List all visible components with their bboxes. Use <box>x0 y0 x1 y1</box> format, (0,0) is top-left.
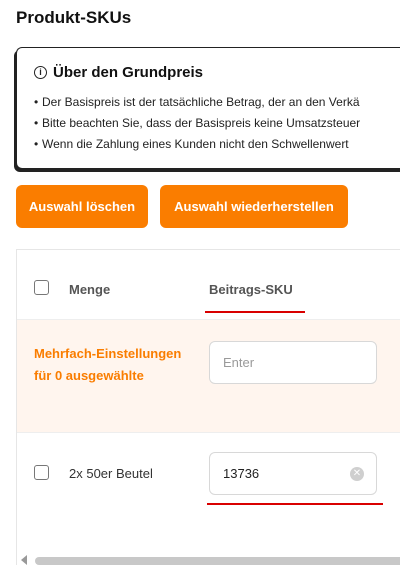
table-row: 2x 50er Beutel 13736 ✕ <box>17 433 400 553</box>
info-line: • Bitte beachten Sie, dass der Basispreis… <box>34 116 361 130</box>
clear-selection-button[interactable]: Auswahl löschen <box>16 185 148 228</box>
horizontal-scrollbar[interactable] <box>17 555 400 565</box>
scroll-left-icon[interactable] <box>21 555 27 565</box>
row-quantity: 2x 50er Beutel <box>69 466 153 481</box>
clear-icon[interactable]: ✕ <box>350 467 364 481</box>
row-checkbox[interactable] <box>34 465 49 480</box>
active-column-indicator <box>205 311 305 313</box>
column-header-quantity[interactable]: Menge <box>69 282 110 297</box>
input-focus-underline <box>207 503 383 505</box>
page-title: Produkt-SKUs <box>16 8 132 27</box>
row-sku-input[interactable]: 13736 ✕ <box>209 452 377 495</box>
bulk-settings-label: Mehrfach-Einstellungen für 0 ausgewählte <box>34 346 182 383</box>
info-icon: i <box>34 66 47 79</box>
info-title: Über den Grundpreis <box>53 64 204 81</box>
info-header: i Über den Grundpreis <box>34 64 203 81</box>
info-list: • Der Basispreis ist der tatsächliche Bet… <box>34 92 400 155</box>
bulk-sku-input[interactable]: Enter <box>209 341 377 384</box>
table-header: Menge Beitrags-SKU <box>17 250 400 320</box>
info-line: • Der Basispreis ist der tatsächliche Bet… <box>34 95 360 109</box>
sku-table: Menge Beitrags-SKU Mehrfach-Einstellunge… <box>16 249 400 565</box>
column-header-sku[interactable]: Beitrags-SKU <box>209 282 293 297</box>
info-panel: i Über den Grundpreis • Der Basispreis is… <box>16 47 400 169</box>
row-sku-value: 13736 <box>223 466 260 481</box>
bulk-settings-row: Mehrfach-Einstellungen für 0 ausgewählte… <box>17 320 400 433</box>
scrollbar-thumb[interactable] <box>35 557 400 565</box>
select-all-checkbox[interactable] <box>34 280 49 295</box>
restore-selection-button[interactable]: Auswahl wiederherstellen <box>160 185 348 228</box>
info-line: • Wenn die Zahlung eines Kunden nicht den… <box>34 137 349 151</box>
